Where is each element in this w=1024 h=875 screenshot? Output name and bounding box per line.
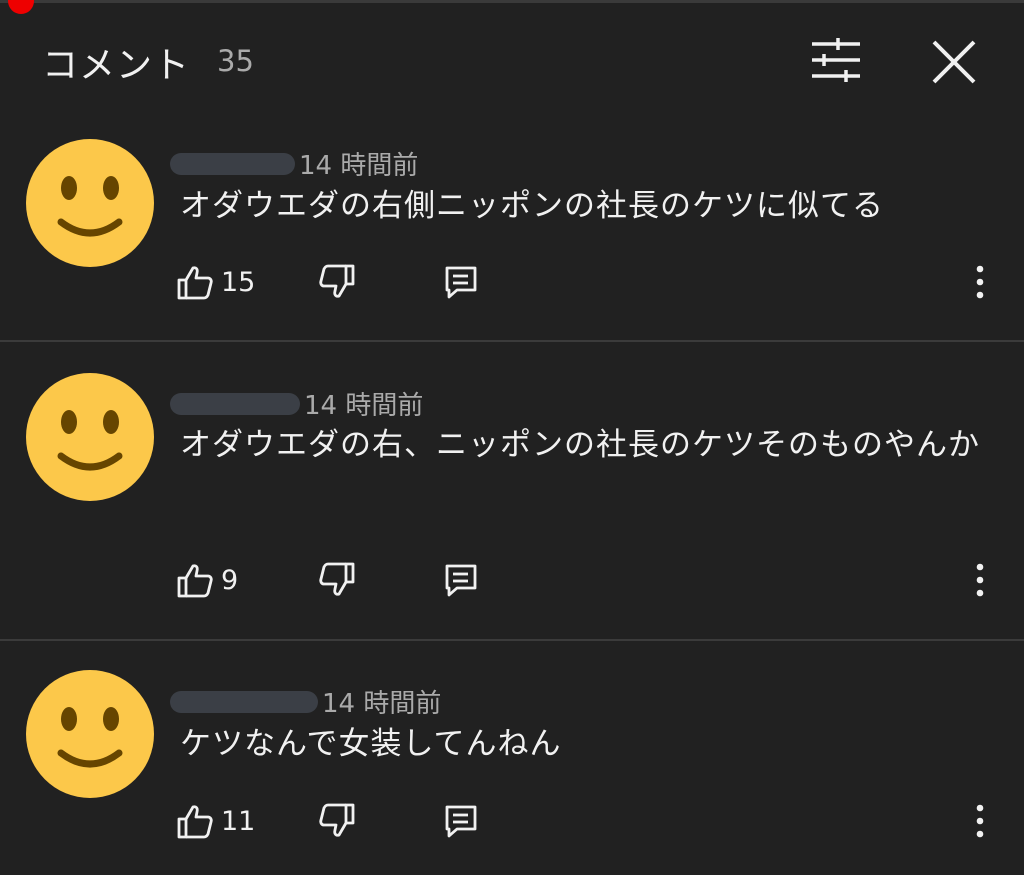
like-count: 11 — [221, 805, 256, 837]
like-button[interactable]: 11 — [175, 801, 255, 841]
reply-button[interactable] — [441, 801, 481, 841]
comment-item: 14 時間前 ケツなんで女装してんねん 11 — [0, 0, 1024, 875]
comment-text: ケツなんで女装してんねん — [180, 726, 562, 762]
redacted-username — [170, 690, 318, 713]
comment-actions: 11 — [175, 801, 1005, 841]
smiley-avatar — [26, 670, 154, 798]
thumbs-up-icon — [177, 805, 213, 839]
reply-icon — [445, 805, 477, 838]
more-options-button[interactable] — [965, 801, 995, 841]
thumbs-down-icon — [319, 803, 355, 837]
more-vert-icon — [976, 804, 984, 838]
dislike-button[interactable] — [317, 801, 357, 841]
